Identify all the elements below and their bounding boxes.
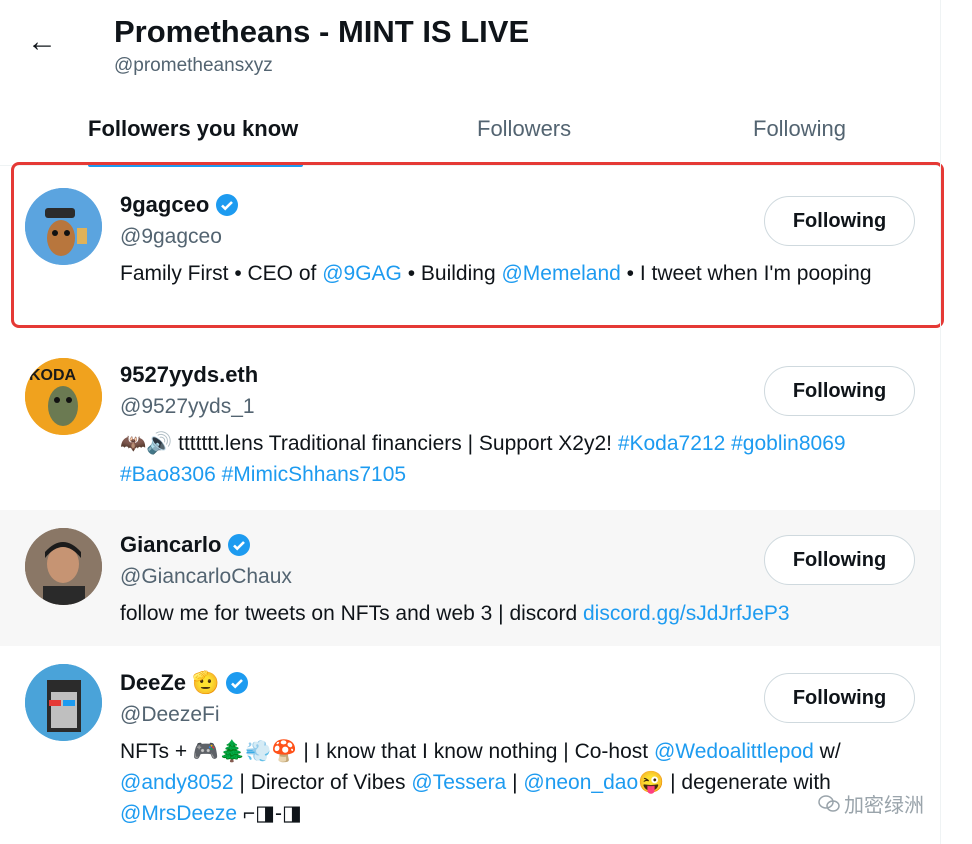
bio-text: NFTs + 🎮🌲💨🍄 | I know that I know nothing… <box>120 740 654 763</box>
salute-emoji-icon: 🫡 <box>192 670 220 696</box>
bio-link[interactable]: @MrsDeeze <box>120 802 237 825</box>
bio-link[interactable]: #Koda7212 <box>618 432 725 455</box>
watermark: 加密绿洲 <box>818 789 924 818</box>
avatar[interactable] <box>25 664 102 741</box>
bio-text: • I tweet when I'm pooping <box>620 262 872 285</box>
bio-text: Family First • CEO of <box>120 262 323 285</box>
tab-following[interactable]: Following <box>753 116 846 142</box>
bio-link[interactable]: #Bao8306 <box>120 463 216 486</box>
verified-badge-icon <box>228 534 251 556</box>
following-button[interactable]: Following <box>764 196 915 246</box>
verified-badge-icon <box>216 194 239 216</box>
bio-link[interactable]: @9GAG <box>322 262 402 285</box>
avatar[interactable]: KODA <box>25 358 102 435</box>
bio-link[interactable]: @Wedoalittlepod <box>654 740 814 763</box>
bio-link[interactable]: #MimicShhans7105 <box>222 463 406 486</box>
following-button[interactable]: Following <box>764 673 915 723</box>
bio-text: 😜 | degenerate with <box>638 771 831 794</box>
bio-link[interactable]: @andy8052 <box>120 771 234 794</box>
bio-link[interactable]: @Memeland <box>501 262 620 285</box>
bio-text: | Director of Vibes <box>233 771 412 794</box>
user-handle: @DeezeFi <box>120 703 220 726</box>
user-name[interactable]: DeeZe 🫡 <box>120 670 249 696</box>
bio-text: | <box>506 771 524 794</box>
user-handle: @GiancarloChaux <box>120 565 292 588</box>
user-row-giancarlo[interactable]: Giancarlo @GiancarloChaux follow me for … <box>0 510 940 646</box>
active-tab-indicator <box>88 163 303 167</box>
user-name[interactable]: 9527yyds.eth <box>120 362 258 388</box>
profile-header: ← Prometheans - MINT IS LIVE @promethean… <box>0 0 940 90</box>
bio-text: • Building <box>401 262 502 285</box>
verified-badge-icon <box>226 672 249 694</box>
user-handle: @9gagceo <box>120 225 222 248</box>
bio-text: w/ <box>813 740 841 763</box>
avatar[interactable] <box>25 188 102 265</box>
user-name[interactable]: 9gagceo <box>120 192 239 218</box>
following-button[interactable]: Following <box>764 366 915 416</box>
bio-link[interactable]: @Tessera <box>411 771 506 794</box>
tab-followers-you-know[interactable]: Followers you know <box>88 116 298 142</box>
tab-bar: Followers you know Followers Following <box>0 96 940 166</box>
wechat-icon <box>818 794 840 812</box>
user-row-9527yyds[interactable]: KODA 9527yyds.eth @9527yyds_1 🦇🔊 ttttttt… <box>0 342 940 510</box>
user-row-deeze[interactable]: DeeZe 🫡 @DeezeFi NFTs + 🎮🌲💨🍄 | I know th… <box>0 646 940 844</box>
user-bio: NFTs + 🎮🌲💨🍄 | I know that I know nothing… <box>120 736 915 829</box>
bio-link[interactable]: discord.gg/sJdJrfJeP3 <box>583 602 790 625</box>
following-button[interactable]: Following <box>764 535 915 585</box>
bio-text: ⌐◨-◨ <box>237 802 302 825</box>
bio-link[interactable]: @neon_dao <box>523 771 638 794</box>
page-handle: @prometheansxyz <box>114 55 273 76</box>
bio-text: 🦇🔊 ttttttt.lens Traditional financiers |… <box>120 432 618 455</box>
column-divider <box>940 0 941 844</box>
page-title: Prometheans - MINT IS LIVE <box>114 14 530 49</box>
bio-text: follow me for tweets on NFTs and web 3 |… <box>120 602 583 625</box>
user-bio: follow me for tweets on NFTs and web 3 |… <box>120 598 920 629</box>
user-row-9gagceo[interactable]: 9gagceo @9gagceo Family First • CEO of @… <box>0 172 940 332</box>
back-arrow-icon[interactable]: ← <box>26 26 58 58</box>
user-bio: 🦇🔊 ttttttt.lens Traditional financiers |… <box>120 428 920 490</box>
user-bio: Family First • CEO of @9GAG • Building @… <box>120 258 920 289</box>
tab-followers[interactable]: Followers <box>477 116 571 142</box>
avatar[interactable] <box>25 528 102 605</box>
svg-text:KODA: KODA <box>29 367 77 384</box>
user-name[interactable]: Giancarlo <box>120 532 251 558</box>
user-handle: @9527yyds_1 <box>120 395 255 418</box>
bio-link[interactable]: #goblin8069 <box>731 432 845 455</box>
